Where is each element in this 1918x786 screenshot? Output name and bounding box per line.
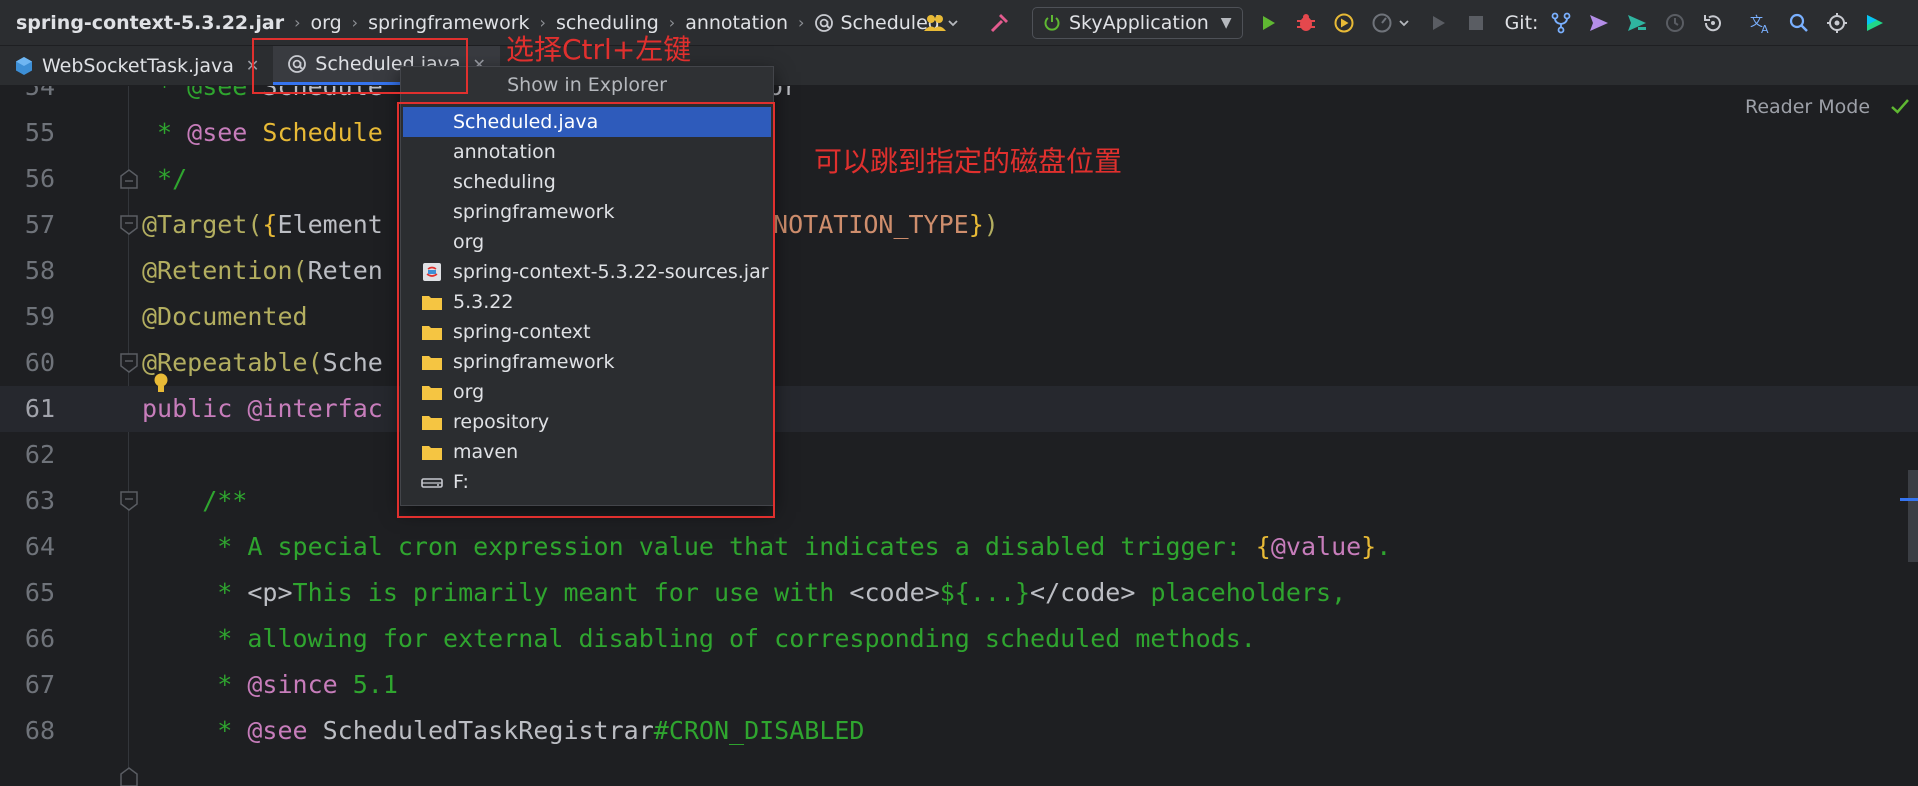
fold-marker-icon[interactable] [118, 490, 140, 512]
code-line: 57 @Target({Element e.ANNOTATION_TYPE}) [0, 202, 1918, 248]
java-class-icon [16, 56, 32, 75]
chevron-right-icon: › [351, 13, 359, 32]
coverage-icon[interactable] [1331, 10, 1357, 36]
line-number: 63 [24, 486, 55, 515]
git-commit-icon[interactable] [1586, 10, 1612, 36]
annotation-icon [815, 13, 834, 32]
git-label: Git: [1504, 12, 1539, 34]
code-text: * allowing for external disabling of cor… [142, 624, 1256, 653]
annotation-ctrl-click: 选择Ctrl+左键 [506, 33, 692, 66]
debug-icon[interactable] [1293, 10, 1319, 36]
run-icon[interactable] [1255, 10, 1281, 36]
git-branch-icon[interactable] [1548, 10, 1574, 36]
svg-text:A: A [1761, 23, 1769, 34]
code-line: 66 * allowing for external disabling of … [0, 616, 1918, 662]
line-number: 67 [24, 670, 55, 699]
line-number: 64 [24, 532, 55, 561]
code-line: 60 @Repeatable(Sche [0, 340, 1918, 386]
chevron-right-icon: › [294, 13, 301, 32]
attach-run-icon[interactable] [1425, 10, 1451, 36]
hammer-icon[interactable] [986, 10, 1012, 36]
tab-websockettask[interactable]: WebSocketTask.java ✕ [0, 46, 273, 85]
run-configuration-selector[interactable]: SkyApplication ▼ [1032, 7, 1243, 39]
code-text: @Documented [142, 302, 308, 331]
chevron-right-icon: › [798, 13, 805, 32]
settings-icon[interactable] [1824, 10, 1850, 36]
fold-marker-icon[interactable] [118, 214, 140, 236]
code-line: 59 @Documented [0, 294, 1918, 340]
code-line: 63 /** [0, 478, 1918, 524]
highlight-box-tab [252, 38, 468, 94]
chevron-down-icon: ▼ [1220, 15, 1232, 31]
code-line: 65 * <p>This is primarily meant for use … [0, 570, 1918, 616]
caret-position-marker [1900, 498, 1918, 501]
reader-mode-button[interactable]: Reader Mode [1745, 96, 1870, 118]
history-icon[interactable] [1662, 10, 1688, 36]
fold-marker-icon[interactable] [118, 168, 140, 190]
fold-marker-icon[interactable] [118, 352, 140, 374]
code-text: * A special cron expression value that i… [142, 532, 1392, 561]
line-number: 62 [24, 440, 55, 469]
git-push-icon[interactable] [1624, 10, 1650, 36]
translate-icon[interactable]: 文A [1748, 10, 1774, 36]
line-number: 58 [24, 256, 55, 285]
line-number: 57 [24, 210, 55, 239]
code-text: * @see Schedule [142, 118, 383, 147]
jetbrains-logo-icon[interactable] [1862, 10, 1888, 36]
line-number: 59 [24, 302, 55, 331]
code-line [0, 754, 1918, 786]
breadcrumb-item-jar[interactable]: spring-context-5.3.22.jar [16, 12, 284, 34]
code-line: 58 @Retention(Reten [0, 248, 1918, 294]
stop-icon[interactable] [1463, 10, 1489, 36]
code-line: 67 * @since 5.1 [0, 662, 1918, 708]
line-number: 65 [24, 578, 55, 607]
code-text: * <p>This is primarily meant for use wit… [142, 578, 1347, 607]
line-number: 55 [24, 118, 55, 147]
rollback-icon[interactable] [1700, 10, 1726, 36]
breadcrumb-item-annotation[interactable]: annotation [685, 12, 788, 34]
breadcrumb: spring-context-5.3.22.jar › org › spring… [0, 12, 940, 34]
code-text: /** [142, 486, 248, 515]
line-number: 68 [24, 716, 55, 745]
fold-marker-icon[interactable] [118, 766, 140, 786]
annotation-jump-disk: 可以跳到指定的磁盘位置 [814, 145, 1123, 178]
tab-label: WebSocketTask.java [42, 54, 234, 77]
line-number: 60 [24, 348, 55, 377]
line-number: 61 [24, 394, 55, 423]
scrollbar-thumb[interactable] [1908, 470, 1918, 562]
code-text: @Repeatable(Sche [142, 348, 383, 377]
users-icon[interactable] [920, 10, 960, 36]
line-number: 66 [24, 624, 55, 653]
line-number: 56 [24, 164, 55, 193]
highlight-box-popup [397, 102, 775, 518]
breadcrumb-item-org[interactable]: org [310, 12, 341, 34]
checkmark-icon[interactable] [1890, 96, 1910, 116]
profiler-icon[interactable] [1369, 10, 1413, 36]
line-number: 54 [24, 86, 55, 101]
code-text: * @see ScheduledTaskRegistrar#CRON_DISAB… [142, 716, 865, 745]
code-line-current: 61 public @interfac [0, 386, 1918, 432]
code-text: * @since 5.1 [142, 670, 398, 699]
lightbulb-icon[interactable] [152, 372, 170, 396]
code-text: @Retention(Reten [142, 256, 383, 285]
code-line: 68 * @see ScheduledTaskRegistrar#CRON_DI… [0, 708, 1918, 754]
code-line: 64 * A special cron expression value tha… [0, 524, 1918, 570]
code-line: 62 [0, 432, 1918, 478]
power-icon [1044, 15, 1060, 31]
code-editor[interactable]: 54 * @see Scheduleessor 55 * @see Schedu… [0, 86, 1918, 786]
run-configuration-label: SkyApplication [1069, 12, 1209, 34]
search-icon[interactable] [1786, 10, 1812, 36]
code-text: public @interfac [142, 394, 383, 423]
code-text: */ [142, 164, 188, 193]
main-toolbar: SkyApplication ▼ Git: 文 A [920, 0, 1900, 46]
